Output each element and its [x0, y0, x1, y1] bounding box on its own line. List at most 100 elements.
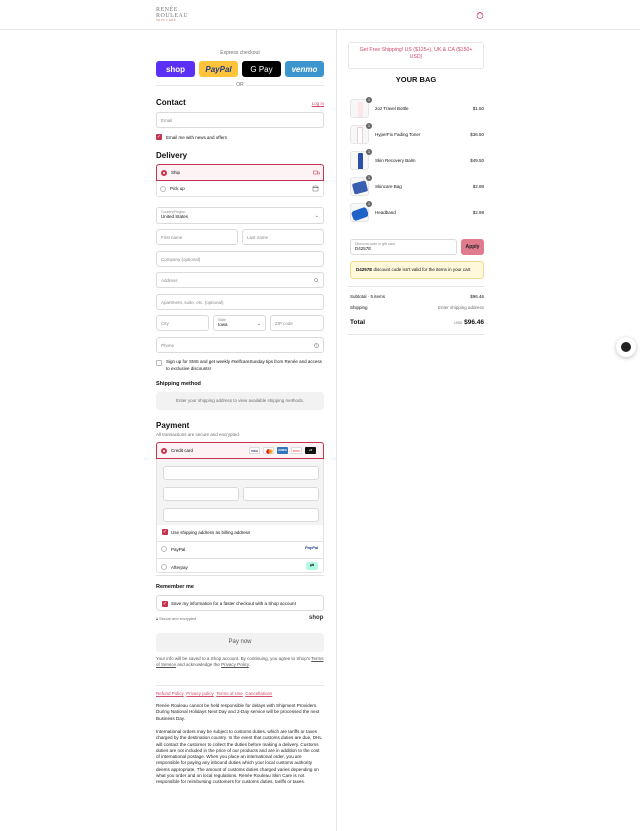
shop-logo: shop — [309, 615, 324, 621]
security-code-input[interactable] — [243, 487, 319, 501]
afterpay-label: Afterpay — [171, 565, 188, 570]
footer-links: Refund Policy Privacy policy Terms of Us… — [156, 691, 272, 696]
address-placeholder: Address — [161, 278, 178, 283]
divider — [348, 286, 484, 287]
item-price: $2.98 — [472, 184, 484, 189]
logo-tagline: SKIN CARE — [156, 18, 177, 22]
city-input[interactable]: City — [156, 315, 209, 331]
remember-me-box: ✓ Save my information for a faster check… — [156, 595, 324, 611]
google-pay-button[interactable]: G Pay — [242, 61, 281, 77]
item-price: $49.50 — [470, 158, 484, 163]
shipping-label: Shipping — [350, 305, 368, 310]
cancellations-link[interactable]: Cancellations — [245, 691, 272, 696]
pickup-radio[interactable] — [160, 186, 166, 192]
last-name-input[interactable]: Last name — [242, 229, 324, 245]
apartment-input[interactable]: Apartment, suite, etc. (optional) — [156, 294, 324, 310]
ship-label: Ship — [171, 170, 181, 175]
country-select[interactable]: Country/Region United States ⌄ — [156, 207, 324, 224]
footer-delay-note: Renée Rouleau cannot be held responsible… — [156, 703, 320, 721]
first-name-input[interactable]: First name — [156, 229, 238, 245]
zip-input[interactable]: ZIP code — [270, 315, 324, 331]
card-form — [156, 459, 324, 525]
delivery-heading: Delivery — [156, 151, 188, 160]
save-info-checkbox[interactable]: ✓ — [162, 601, 168, 607]
newsletter-label: Email me with news and offers — [166, 135, 227, 140]
discount-value: D4257E — [355, 246, 372, 251]
pickup-label: Pick up — [170, 186, 185, 191]
state-value: Iowa — [218, 322, 228, 327]
shop-pay-button[interactable]: shop — [156, 61, 195, 77]
item-price: $2.98 — [472, 210, 484, 215]
country-value: United States — [161, 214, 189, 219]
help-icon[interactable]: ? — [314, 343, 319, 348]
remember-me-heading: Remember me — [156, 584, 194, 590]
newsletter-checkbox[interactable]: ✓ — [156, 134, 162, 140]
email-input[interactable]: Email — [156, 112, 324, 128]
paypal-radio[interactable] — [161, 546, 167, 552]
more-cards-badge: +5 — [305, 447, 316, 454]
credit-card-label: Credit card — [171, 448, 194, 453]
discount-input[interactable]: Discount code or gift card D4257E — [350, 239, 457, 255]
quantity-badge: 1 — [366, 97, 372, 103]
item-price: $1.50 — [472, 106, 484, 111]
name-on-card-input[interactable] — [163, 508, 319, 522]
billing-same-label: Use shipping address as billing address — [171, 530, 251, 535]
ship-radio[interactable] — [161, 170, 167, 176]
svg-text:?: ? — [316, 344, 318, 348]
legal-text: Your info will be saved to a Shop accoun… — [156, 656, 324, 668]
credit-card-radio[interactable] — [161, 448, 167, 454]
lock-icon: 🔒︎ — [156, 617, 159, 621]
expiry-input[interactable] — [163, 487, 239, 501]
pickup-option[interactable]: Pick up — [156, 181, 324, 197]
chevron-down-icon: ⌄ — [314, 213, 319, 219]
shipping-method-notice: Enter your shipping address to view avai… — [156, 392, 324, 410]
your-bag-heading: YOUR BAG — [395, 75, 437, 84]
company-input[interactable]: Company (optional) — [156, 251, 324, 267]
phone-placeholder: Phone — [161, 343, 175, 348]
divider — [156, 685, 324, 686]
visa-icon: VISA — [249, 447, 260, 454]
apply-button[interactable]: Apply — [461, 239, 484, 255]
state-select[interactable]: State Iowa ⌄ — [213, 315, 266, 331]
shopping-bag-icon[interactable] — [476, 11, 484, 19]
item-name: 2oz Travel Bottle — [375, 106, 409, 111]
divider — [348, 334, 484, 335]
login-link[interactable]: Log in — [312, 101, 324, 106]
sms-label: Sign up for SMS and get weekly #selfcare… — [166, 359, 322, 371]
amex-icon: AMEX — [277, 447, 288, 454]
terms-of-use-link[interactable]: Terms of Use — [216, 691, 243, 696]
divider — [156, 575, 324, 576]
discount-error-code: D4257E — [356, 267, 373, 272]
secure-note: 🔒︎ Secure and encrypted — [156, 617, 196, 621]
afterpay-radio[interactable] — [161, 564, 167, 570]
phone-input[interactable]: Phone ? — [156, 337, 324, 353]
legal-and: and acknowledge the — [177, 662, 220, 668]
subtotal-value: $96.46 — [470, 294, 484, 299]
total-amount: USD $96.46 — [454, 319, 484, 326]
paypal-button[interactable]: PayPal — [199, 61, 238, 77]
free-shipping-promo: Get Free Shipping! US ($125+), UK & CA (… — [348, 42, 484, 69]
logo[interactable]: RENÉE ROULEAU SKIN CARE — [156, 7, 196, 22]
billing-same-checkbox[interactable]: ✓ — [162, 529, 168, 535]
address-input[interactable]: Address — [156, 272, 324, 288]
sms-checkbox[interactable] — [156, 360, 162, 366]
chat-button[interactable] — [616, 337, 636, 357]
venmo-button[interactable]: venmo — [285, 61, 324, 77]
item-price: $36.50 — [470, 132, 484, 137]
paypal-label: PayPal — [171, 547, 186, 552]
card-number-input[interactable] — [163, 466, 319, 480]
refund-policy-link[interactable]: Refund Policy — [156, 691, 184, 696]
privacy-policy-footer-link[interactable]: Privacy policy — [186, 691, 214, 696]
legal-line1: Your info will be saved to a Shop accoun… — [156, 656, 311, 661]
footer-customs-note: International orders may be subject to c… — [156, 729, 322, 785]
pay-now-button[interactable]: Pay now — [156, 633, 324, 652]
payment-heading: Payment — [156, 421, 190, 430]
ship-option[interactable]: Ship — [156, 164, 324, 181]
item-name: Skin Recovery Balm — [375, 158, 416, 163]
divider — [156, 541, 324, 542]
discount-error: D4257E discount code isn't valid for the… — [350, 261, 484, 279]
mastercard-icon — [263, 447, 274, 454]
payment-subtitle: All transactions are secure and encrypte… — [156, 432, 241, 437]
privacy-policy-link[interactable]: Privacy Policy — [221, 662, 249, 667]
total-value: $96.46 — [464, 319, 484, 326]
